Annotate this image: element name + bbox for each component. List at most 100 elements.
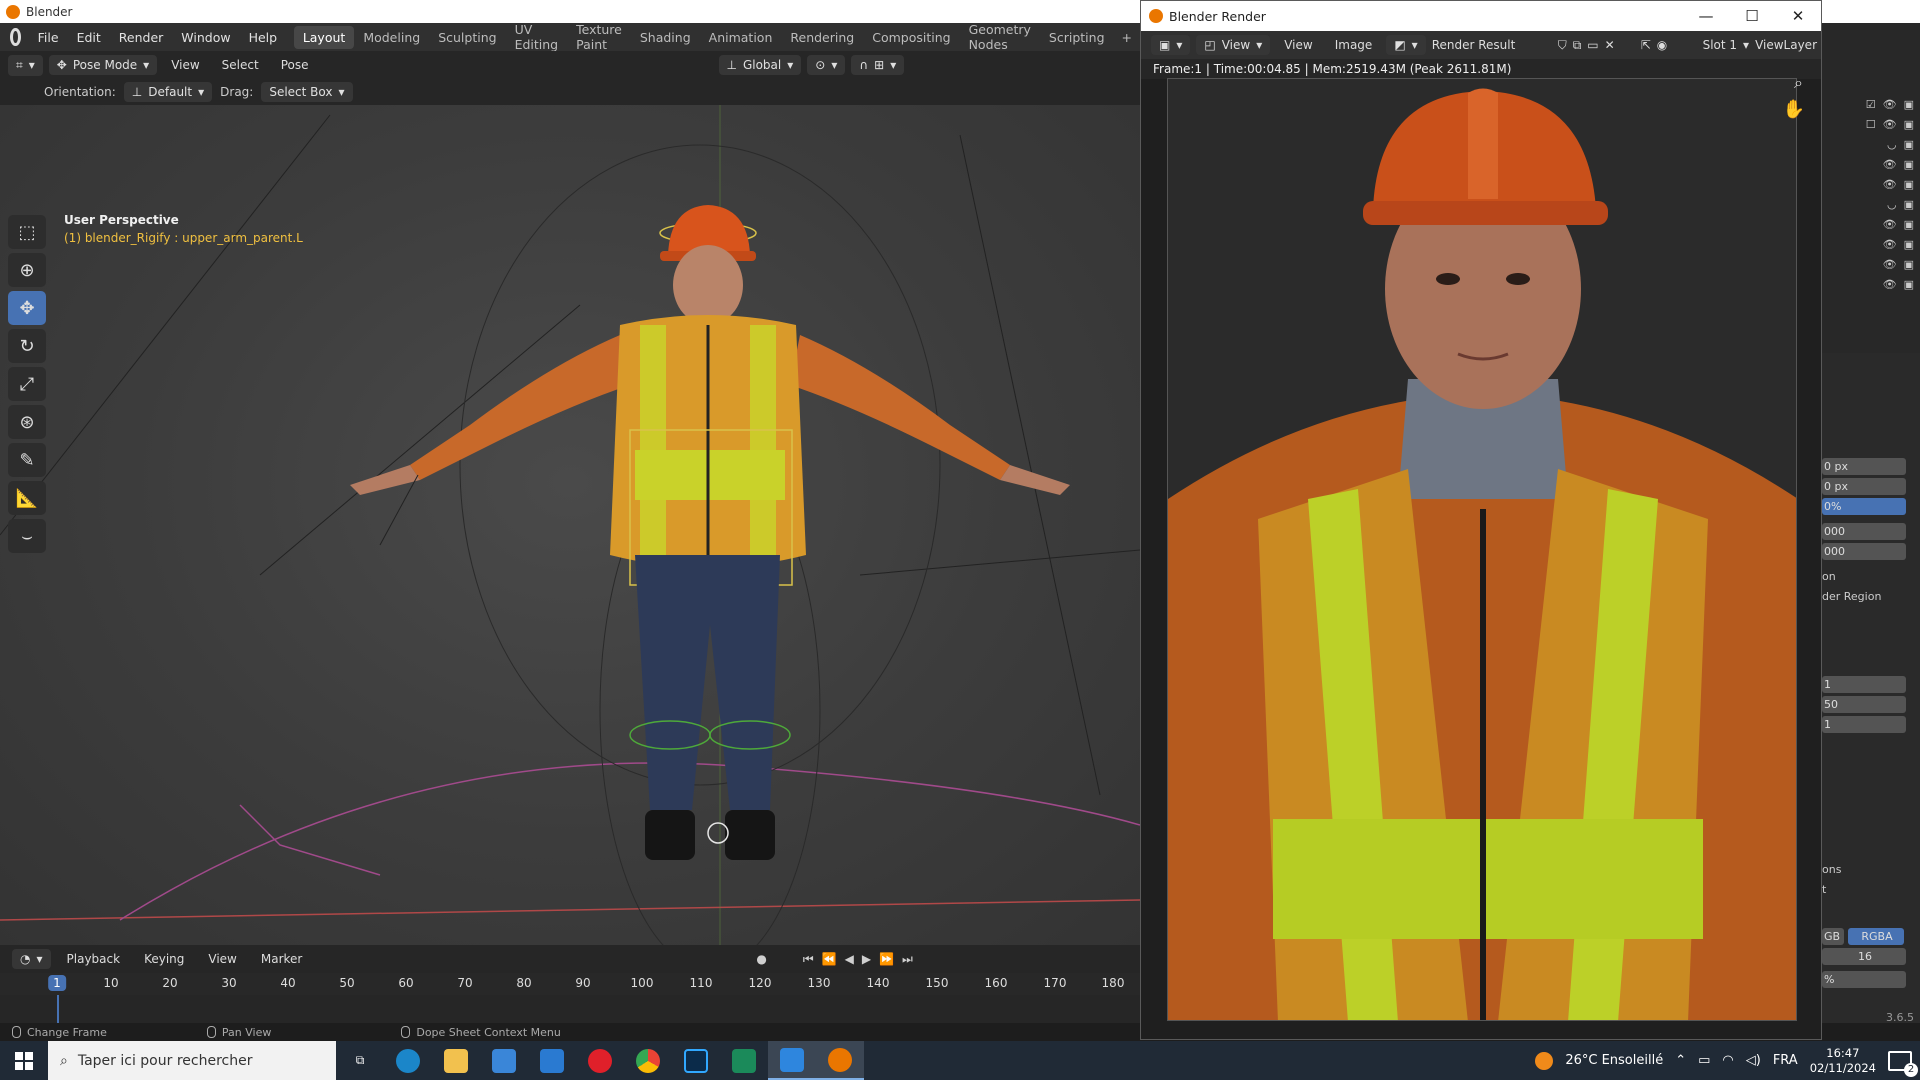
measure-tool[interactable]: 📐 <box>8 481 46 515</box>
marker-menu[interactable]: Marker <box>253 949 310 969</box>
tab-scripting[interactable]: Scripting <box>1040 26 1114 49</box>
view-menu[interactable]: View <box>163 55 207 75</box>
select-menu[interactable]: Select <box>214 55 267 75</box>
taskbar-store[interactable] <box>480 1041 528 1080</box>
editor-type-dropdown[interactable]: ▣ ▾ <box>1151 35 1191 55</box>
timeline-ruler[interactable]: 1 10 20 30 40 50 60 70 80 90 100 110 120… <box>0 973 1140 995</box>
color-mode-option[interactable]: GB <box>1822 928 1844 945</box>
view-menu[interactable]: View <box>1276 35 1320 55</box>
color-mode-rgba[interactable]: RGBA <box>1848 928 1904 945</box>
image-browse-dropdown[interactable]: ◩ ▾ <box>1386 35 1426 55</box>
add-workspace-button[interactable]: + <box>1114 30 1140 45</box>
property-field[interactable]: 0 px <box>1822 478 1906 495</box>
editor-type-dropdown[interactable]: ⌗ ▾ <box>8 54 43 76</box>
battery-icon[interactable]: ▭ <box>1698 1053 1710 1068</box>
tab-sculpting[interactable]: Sculpting <box>429 26 505 49</box>
weather-text[interactable]: 26°C Ensoleillé <box>1565 1053 1663 1068</box>
blender-menu-icon[interactable] <box>10 28 21 46</box>
unlink-icon[interactable]: ✕ <box>1605 38 1615 52</box>
tab-compositing[interactable]: Compositing <box>863 26 959 49</box>
slot-dropdown[interactable]: Slot 1 <box>1703 38 1737 52</box>
play-button[interactable]: ▶ <box>862 952 871 966</box>
outliner-row[interactable]: 👁 ▣ <box>1883 238 1914 251</box>
taskbar-paint-app[interactable] <box>768 1041 816 1080</box>
record-button[interactable]: ● <box>756 952 766 966</box>
current-frame-indicator[interactable]: 1 <box>48 975 66 991</box>
mode-dropdown[interactable]: ✥ Pose Mode ▾ <box>48 55 158 75</box>
fake-user-icon[interactable]: ⛉ <box>1558 38 1567 53</box>
pan-hand-icon[interactable]: ✋ <box>1783 99 1805 120</box>
playback-menu[interactable]: Playback <box>59 949 129 969</box>
rotate-tool[interactable]: ↻ <box>8 329 46 363</box>
property-field[interactable]: 000 <box>1822 543 1906 560</box>
snap-toggle[interactable]: ∩ ⊞ ▾ <box>851 55 905 75</box>
transform-tool[interactable]: ⊛ <box>8 405 46 439</box>
tab-rendering[interactable]: Rendering <box>781 26 863 49</box>
image-name-field[interactable]: Render Result <box>1432 38 1552 52</box>
menu-edit[interactable]: Edit <box>68 30 110 45</box>
task-view-button[interactable]: ⧉ <box>336 1041 384 1080</box>
move-tool[interactable]: ✥ <box>8 291 46 325</box>
timeline-view-menu[interactable]: View <box>200 949 244 969</box>
notification-center-button[interactable]: 2 <box>1888 1050 1918 1077</box>
outliner-row[interactable]: ◡ ▣ <box>1887 138 1914 151</box>
bone-size-tool[interactable]: ⌣ <box>8 519 46 553</box>
outliner-row[interactable]: ◡ ▣ <box>1887 198 1914 211</box>
taskbar-explorer[interactable] <box>432 1041 480 1080</box>
color-depth-field[interactable]: 16 <box>1822 948 1906 965</box>
tab-layout[interactable]: Layout <box>293 25 355 49</box>
property-field[interactable]: 1 <box>1822 716 1906 733</box>
taskbar-photoshop[interactable] <box>672 1041 720 1080</box>
jump-keyframe-forward-button[interactable]: ⏩ <box>879 952 894 966</box>
property-field[interactable]: 50 <box>1822 696 1906 713</box>
annotate-tool[interactable]: ✎ <box>8 443 46 477</box>
jump-start-button[interactable]: ⏮ <box>803 952 814 967</box>
overlay-icon[interactable]: ◉ <box>1657 38 1667 52</box>
taskbar-opera[interactable] <box>576 1041 624 1080</box>
pose-menu[interactable]: Pose <box>273 55 317 75</box>
start-button[interactable] <box>0 1041 48 1080</box>
image-menu[interactable]: Image <box>1327 35 1381 55</box>
transform-orientation-dropdown[interactable]: ⊥ Global ▾ <box>718 55 802 75</box>
property-field[interactable]: % <box>1822 971 1906 988</box>
view-mode-dropdown[interactable]: ◰ View ▾ <box>1196 35 1271 55</box>
close-button[interactable]: ✕ <box>1775 7 1821 25</box>
jump-keyframe-back-button[interactable]: ⏪ <box>822 952 837 966</box>
scale-tool[interactable]: ⤢ <box>8 367 46 401</box>
select-box-tool[interactable]: ⬚ <box>8 215 46 249</box>
wifi-icon[interactable]: ◠ <box>1722 1053 1733 1068</box>
open-folder-icon[interactable]: ▭ <box>1587 38 1598 52</box>
timeline-editor-type[interactable]: ◔ ▾ <box>12 949 51 969</box>
language-indicator[interactable]: FRA <box>1773 1053 1798 1068</box>
menu-help[interactable]: Help <box>240 30 287 45</box>
cursor-tool[interactable]: ⊕ <box>8 253 46 287</box>
volume-icon[interactable]: ◁) <box>1746 1053 1761 1068</box>
gizmo-icon[interactable]: ⇱ <box>1641 38 1651 52</box>
outliner-row[interactable]: 👁 ▣ <box>1883 218 1914 231</box>
outliner-row[interactable]: ☑ 👁 ▣ <box>1866 98 1914 111</box>
play-reverse-button[interactable]: ◀ <box>845 952 854 966</box>
property-field[interactable]: 1 <box>1822 676 1906 693</box>
menu-window[interactable]: Window <box>172 30 239 45</box>
render-result-image[interactable] <box>1167 78 1797 1021</box>
taskbar-edge[interactable] <box>384 1041 432 1080</box>
maximize-button[interactable]: ☐ <box>1729 7 1775 25</box>
taskbar-blender[interactable] <box>816 1041 864 1080</box>
tab-shading[interactable]: Shading <box>631 26 700 49</box>
tab-modeling[interactable]: Modeling <box>354 26 429 49</box>
taskbar-chrome[interactable] <box>624 1041 672 1080</box>
orientation-dropdown[interactable]: ⊥ Default ▾ <box>123 82 213 102</box>
taskbar-app-m[interactable] <box>720 1041 768 1080</box>
outliner-row[interactable]: 👁 ▣ <box>1883 158 1914 171</box>
taskbar-search[interactable]: ⌕ Taper ici pour rechercher <box>48 1041 336 1080</box>
minimize-button[interactable]: — <box>1683 7 1729 25</box>
zoom-icon[interactable]: ⌕ <box>1794 73 1803 93</box>
pivot-point-dropdown[interactable]: ⊙ ▾ <box>807 55 846 75</box>
timeline-body[interactable] <box>0 995 1140 1023</box>
outliner-row[interactable]: ☐ 👁 ▣ <box>1866 118 1914 131</box>
menu-file[interactable]: File <box>29 30 68 45</box>
chevron-up-icon[interactable]: ⌃ <box>1675 1053 1686 1068</box>
3d-viewport[interactable]: ⬚ ⊕ ✥ ↻ ⤢ ⊛ ✎ 📐 ⌣ User Perspective (1) b… <box>0 105 1140 945</box>
property-field[interactable]: 0% <box>1822 498 1906 515</box>
outliner-row[interactable]: 👁 ▣ <box>1883 278 1914 291</box>
